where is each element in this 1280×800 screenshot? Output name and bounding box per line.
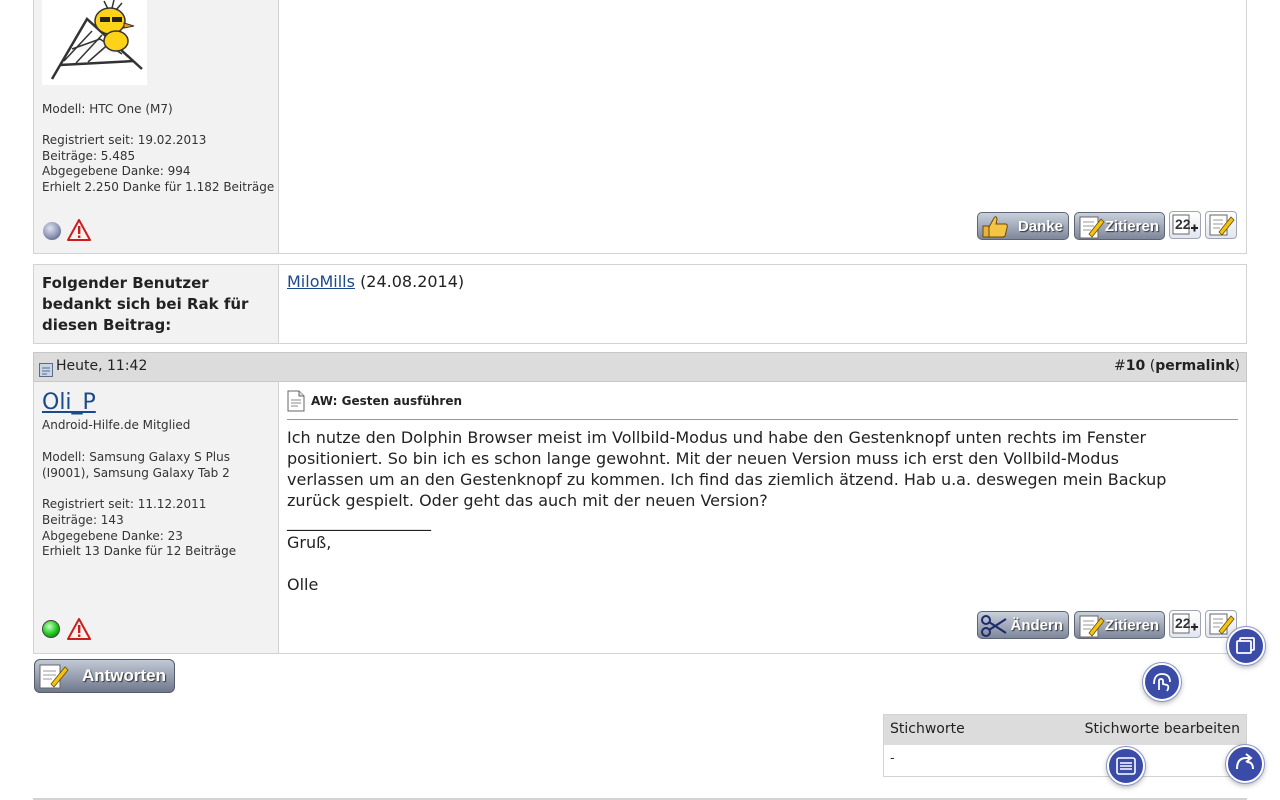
post-number-prefix: #: [1114, 358, 1126, 374]
user-avatar[interactable]: [42, 0, 147, 85]
multiquote-icon: 22: [1172, 214, 1198, 235]
quote-pencil-icon: [1079, 615, 1105, 638]
thanks-box: Folgender Benutzer bedankt sich bei Rak …: [33, 264, 1247, 344]
quote-pencil-icon: [1079, 216, 1105, 239]
user-registered: Registriert seit: 11.12.2011: [42, 497, 207, 511]
post-body: Ich nutze den Dolphin Browser meist im V…: [287, 427, 1192, 595]
quote-button-label: Zitieren: [1104, 217, 1159, 235]
user-given-thanks: Abgegebene Danke: 994: [42, 164, 191, 178]
thanks-label: Folgender Benutzer bedankt sich bei Rak …: [34, 265, 279, 343]
multiquote-icon: 22: [1172, 613, 1198, 634]
reply-button-label: Antworten: [81, 666, 166, 685]
permalink-paren-close: ): [1234, 358, 1240, 374]
online-status-icon: [42, 620, 60, 638]
permalink-link[interactable]: permalink: [1155, 358, 1234, 374]
user-received-thanks: Erhielt 2.250 Danke für 1.182 Beiträge: [42, 180, 275, 194]
thanks-user-link[interactable]: MiloMills: [287, 272, 355, 291]
menu-button[interactable]: [1107, 747, 1145, 785]
post-date: Heute, 11:42: [56, 358, 148, 374]
quick-reply-button[interactable]: [1205, 211, 1237, 239]
offline-status-icon: [43, 222, 61, 240]
svg-text:22: 22: [1175, 615, 1191, 631]
user-posts: Beiträge: 5.485: [42, 149, 136, 163]
user-model: Modell: Samsung Galaxy S Plus: [42, 450, 230, 464]
user-model: Modell: HTC One (M7): [42, 102, 173, 116]
post-header: Heute, 11:42 #10 (permalink): [33, 352, 1247, 382]
scissors-icon: [981, 615, 1007, 637]
back-icon: [1236, 753, 1254, 770]
report-warning-icon[interactable]: [67, 618, 91, 640]
signature-greeting: Gruß,: [287, 533, 332, 552]
edit-button[interactable]: Ändern: [977, 611, 1069, 639]
quote-button-label: Zitieren: [1104, 616, 1159, 634]
menu-icon: [1116, 757, 1136, 775]
post: Oli_P Android-Hilfe.de Mitglied Modell: …: [33, 382, 1247, 654]
user-registered: Registriert seit: 19.02.2013: [42, 133, 207, 147]
thanks-entry: MiloMills (24.08.2014): [287, 272, 464, 291]
post-status-icon: [39, 363, 53, 377]
back-button[interactable]: [1226, 745, 1264, 783]
user-model-cont: (I9001), Samsung Galaxy Tab 2: [42, 466, 230, 480]
user-given-thanks: Abgegebene Danke: 23: [42, 529, 183, 543]
user-rank: Android-Hilfe.de Mitglied: [42, 418, 191, 432]
post-title-text: AW: Gesten ausführen: [311, 394, 463, 408]
signature-spacer: [287, 553, 1192, 574]
thumbs-up-icon: [982, 216, 1008, 238]
tabs-icon: [1236, 637, 1255, 654]
tabs-button[interactable]: [1227, 627, 1265, 665]
report-warning-icon[interactable]: [67, 219, 91, 241]
gesture-button[interactable]: [1143, 663, 1181, 701]
previous-post: Modell: HTC One (M7) Registriert seit: 1…: [33, 0, 1247, 254]
quote-button[interactable]: Zitieren: [1074, 611, 1165, 639]
multiquote-button[interactable]: 22: [1169, 610, 1201, 638]
tags-table: Stichworte Stichworte bearbeiten -: [883, 714, 1247, 777]
post-text: Ich nutze den Dolphin Browser meist im V…: [287, 428, 1167, 510]
post-userinfo: Oli_P Android-Hilfe.de Mitglied Modell: …: [34, 382, 279, 653]
username-link[interactable]: Oli_P: [42, 390, 96, 415]
post-number: #10 (permalink): [1114, 358, 1240, 374]
quote-button[interactable]: Zitieren: [1074, 212, 1165, 240]
multiquote-button[interactable]: 22: [1169, 211, 1201, 239]
post-number-link[interactable]: 10: [1126, 358, 1145, 374]
reply-pencil-icon: [39, 664, 69, 689]
tags-header: Stichworte Stichworte bearbeiten: [884, 715, 1246, 745]
signature-name: Olle: [287, 575, 319, 594]
svg-text:22: 22: [1175, 216, 1191, 232]
tags-title: Stichworte: [890, 721, 965, 737]
post-divider: [287, 419, 1238, 420]
post-title: AW: Gesten ausführen: [287, 390, 462, 412]
signature-line: __________________: [287, 512, 431, 531]
user-posts: Beiträge: 143: [42, 513, 124, 527]
reply-button[interactable]: Antworten: [34, 659, 175, 693]
thanks-button-label: Danke: [1017, 217, 1063, 235]
edit-tags-link[interactable]: Stichworte bearbeiten: [1085, 721, 1240, 737]
user-received-thanks: Erhielt 13 Danke für 12 Beiträge: [42, 544, 237, 558]
previous-post-userinfo: Modell: HTC One (M7) Registriert seit: 1…: [34, 0, 279, 253]
thanks-button[interactable]: Danke: [977, 212, 1069, 240]
previous-post-content: Danke Zitieren 22: [279, 0, 1246, 253]
quick-reply-icon: [1209, 214, 1235, 236]
tags-value: -: [890, 751, 895, 766]
gesture-icon: [1153, 673, 1171, 692]
edit-button-label: Ändern: [1010, 616, 1064, 634]
post-content: AW: Gesten ausführen Ich nutze den Dolph…: [279, 382, 1246, 653]
document-icon: [287, 390, 305, 412]
thanks-date: (24.08.2014): [360, 272, 465, 291]
